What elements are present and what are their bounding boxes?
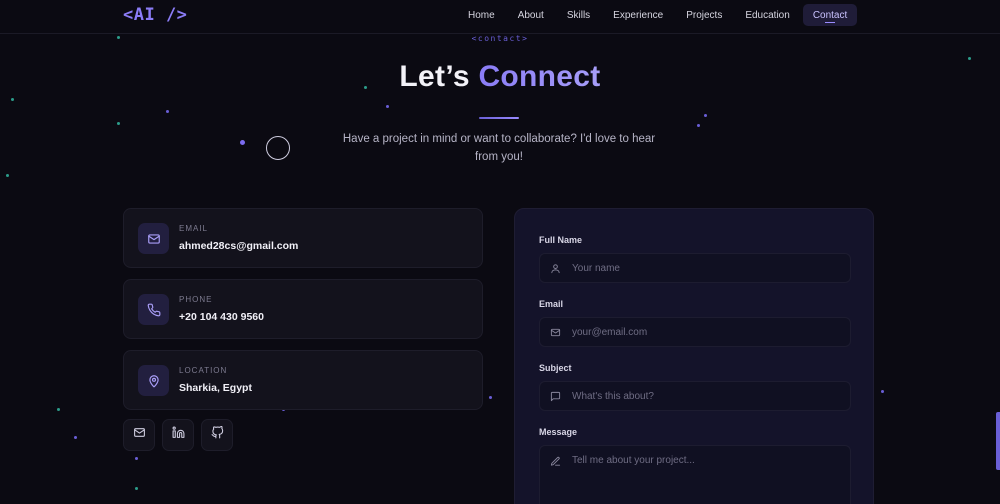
title-underline xyxy=(479,117,519,119)
contact-value[interactable]: ahmed28cs@gmail.com xyxy=(179,240,298,252)
mail-icon xyxy=(138,223,169,254)
map-pin-icon xyxy=(138,365,169,396)
full-name-input[interactable] xyxy=(539,253,851,283)
subject-input[interactable] xyxy=(539,381,851,411)
pencil-icon xyxy=(549,455,561,467)
mail-icon xyxy=(549,326,561,338)
nav-links: Home About Skills Experience Projects Ed… xyxy=(458,4,860,26)
nav-about[interactable]: About xyxy=(508,4,554,26)
github-icon xyxy=(211,425,224,444)
nav-skills[interactable]: Skills xyxy=(557,4,600,26)
subject-label: Subject xyxy=(539,363,572,373)
title-plain: Let’s xyxy=(399,60,479,93)
contact-label: EMAIL xyxy=(179,224,209,233)
nav-education[interactable]: Education xyxy=(735,4,799,26)
phone-icon xyxy=(138,294,169,325)
section-eyebrow: <contact> xyxy=(471,34,529,43)
social-github-button[interactable] xyxy=(201,419,233,451)
contact-card-location[interactable]: LOCATION Sharkia, Egypt xyxy=(123,350,483,410)
message-bubble-icon xyxy=(549,390,561,402)
linkedin-icon xyxy=(172,426,185,444)
contact-value[interactable]: +20 104 430 9560 xyxy=(179,311,264,323)
email-input[interactable] xyxy=(539,317,851,347)
message-textarea[interactable] xyxy=(539,445,851,504)
social-email-button[interactable] xyxy=(123,419,155,451)
nav-projects[interactable]: Projects xyxy=(676,4,732,26)
message-label: Message xyxy=(539,427,578,437)
section-subtitle: Have a project in mind or want to collab… xyxy=(342,133,656,163)
title-accent: Connect xyxy=(478,60,601,93)
contact-value: Sharkia, Egypt xyxy=(179,382,252,394)
nav-contact[interactable]: Contact xyxy=(802,4,858,26)
contact-label: LOCATION xyxy=(179,366,228,375)
social-linkedin-button[interactable] xyxy=(162,419,194,451)
nav-home[interactable]: Home xyxy=(458,4,505,26)
contact-card-email[interactable]: EMAIL ahmed28cs@gmail.com xyxy=(123,208,483,268)
email-label: Email xyxy=(539,299,564,309)
user-icon xyxy=(549,262,561,274)
full-name-label: Full Name xyxy=(539,235,583,245)
cursor-ring xyxy=(266,136,290,160)
mail-icon xyxy=(133,426,146,444)
contact-form: Full Name Email Subject Message xyxy=(514,208,874,504)
contact-label: PHONE xyxy=(179,295,213,304)
contact-card-phone[interactable]: PHONE +20 104 430 9560 xyxy=(123,279,483,339)
nav-experience[interactable]: Experience xyxy=(603,4,673,26)
scroll-indicator[interactable] xyxy=(996,412,1000,470)
logo[interactable]: <AI /> xyxy=(123,5,187,25)
navbar: <AI /> Home About Skills Experience Proj… xyxy=(0,0,1000,34)
section-title: Let’s Connect xyxy=(0,60,1000,94)
